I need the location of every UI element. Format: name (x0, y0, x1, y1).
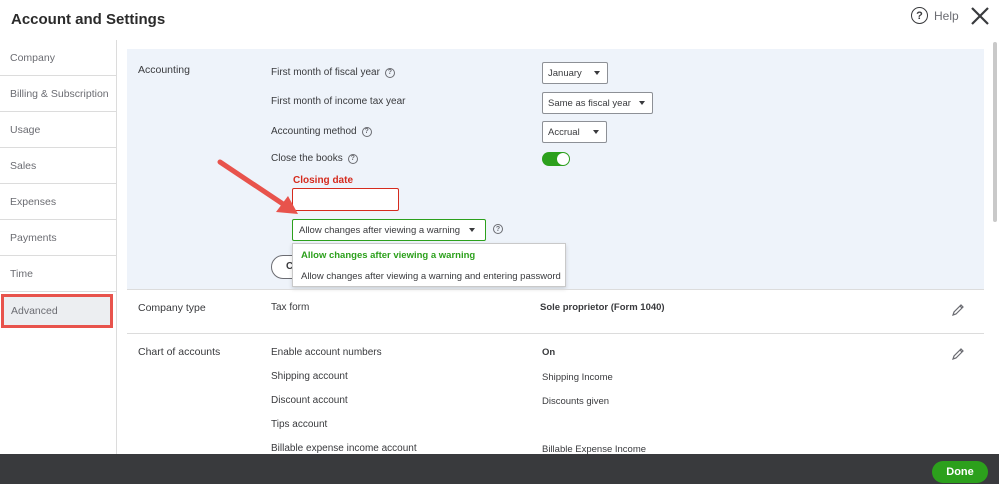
coa-row-label: Tips account (271, 419, 328, 430)
income-tax-value: Same as fiscal year (548, 97, 631, 109)
coa-row-value: Discounts given (542, 396, 610, 407)
warning-dropdown-menu: Allow changes after viewing a warning Al… (292, 243, 566, 287)
coa-row-label: Discount account (271, 395, 348, 406)
caret-down-icon (469, 228, 475, 232)
tax-form-label: Tax form (271, 302, 310, 313)
caret-down-icon (639, 101, 645, 105)
done-button[interactable]: Done (932, 461, 988, 483)
coa-row-value: On (542, 347, 556, 358)
caret-down-icon (593, 130, 599, 134)
fiscal-year-value: January (548, 67, 582, 79)
income-tax-row: First month of income tax year (271, 96, 406, 107)
dropdown-option[interactable]: Allow changes after viewing a warning (293, 244, 565, 265)
warning-select[interactable]: Allow changes after viewing a warning (292, 219, 486, 241)
method-label: Accounting method (271, 126, 357, 137)
fiscal-year-label: First month of fiscal year (271, 67, 380, 78)
edit-pencil-icon[interactable] (951, 303, 965, 317)
method-select[interactable]: Accrual (542, 121, 607, 143)
close-books-toggle[interactable] (542, 152, 570, 166)
question-icon[interactable]: ? (361, 126, 372, 137)
closing-date-input[interactable] (292, 188, 399, 211)
footer-bar (0, 454, 999, 484)
divider (127, 289, 984, 290)
company-type-section-label: Company type (138, 302, 206, 314)
income-tax-select[interactable]: Same as fiscal year (542, 92, 653, 114)
scrollbar[interactable] (993, 42, 997, 222)
question-icon[interactable]: ? (347, 153, 358, 164)
sidebar-item-company[interactable]: Company (0, 40, 116, 76)
edit-pencil-icon[interactable] (951, 347, 965, 361)
sidebar-item-time[interactable]: Time (0, 256, 116, 292)
help-label: Help (934, 8, 959, 23)
fiscal-year-select[interactable]: January (542, 62, 608, 84)
warning-select-value: Allow changes after viewing a warning (299, 224, 461, 236)
income-tax-label: First month of income tax year (271, 96, 406, 107)
page-title: Account and Settings (11, 11, 166, 28)
close-icon[interactable] (970, 6, 990, 26)
chart-of-accounts-section-label: Chart of accounts (138, 346, 221, 358)
divider (127, 333, 984, 334)
question-icon[interactable]: ? (493, 224, 503, 234)
sidebar-item-expenses[interactable]: Expenses (0, 184, 116, 220)
coa-row-value: Shipping Income (542, 372, 613, 383)
tax-form-value: Sole proprietor (Form 1040) (540, 302, 665, 313)
coa-row-label: Enable account numbers (271, 347, 382, 358)
dropdown-option[interactable]: Allow changes after viewing a warning an… (293, 265, 565, 286)
sidebar-item-payments[interactable]: Payments (0, 220, 116, 256)
toggle-knob (557, 153, 569, 165)
fiscal-year-row: First month of fiscal year ? (271, 67, 395, 78)
annotation-arrow (217, 159, 298, 214)
header: Account and Settings ? Help (0, 0, 999, 40)
accounting-section-label: Accounting (138, 64, 190, 76)
settings-sidebar: Company Billing & Subscription Usage Sal… (0, 40, 117, 454)
method-row: Accounting method ? (271, 126, 372, 137)
sidebar-item-usage[interactable]: Usage (0, 112, 116, 148)
coa-row-label: Billable expense income account (271, 443, 417, 454)
question-icon[interactable]: ? (384, 67, 395, 78)
help-button[interactable]: ? Help (911, 7, 959, 24)
coa-row-label: Shipping account (271, 371, 348, 382)
help-icon: ? (911, 7, 928, 24)
method-value: Accrual (548, 126, 580, 138)
caret-down-icon (594, 71, 600, 75)
sidebar-item-sales[interactable]: Sales (0, 148, 116, 184)
sidebar-item-billing[interactable]: Billing & Subscription (0, 76, 116, 112)
sidebar-item-advanced[interactable]: Advanced (1, 294, 113, 328)
